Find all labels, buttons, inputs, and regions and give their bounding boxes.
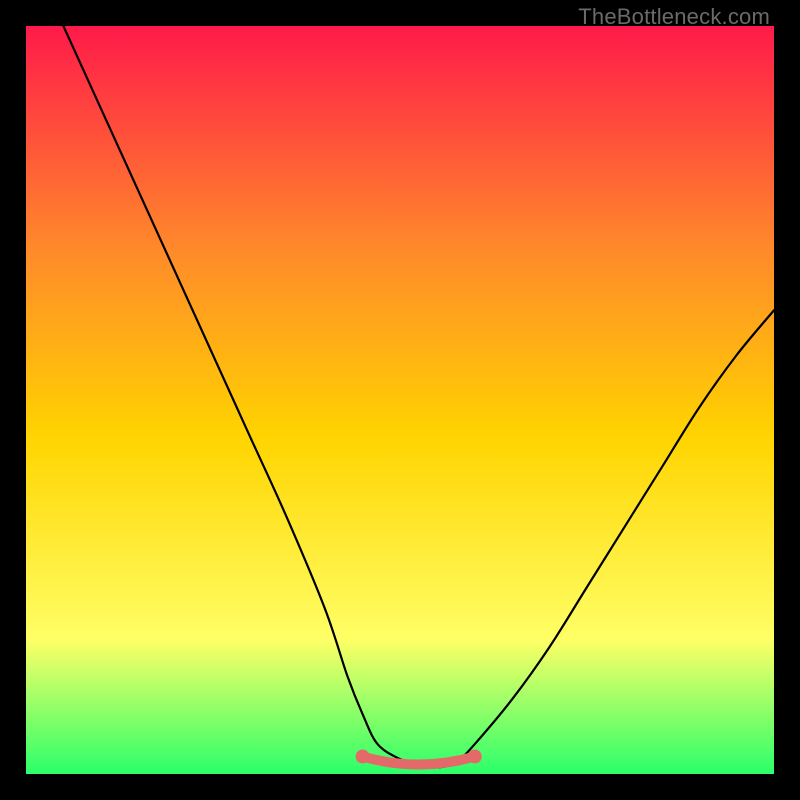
watermark-text: TheBottleneck.com: [578, 4, 770, 30]
chart-frame: [26, 26, 774, 774]
chart-background-gradient: [26, 26, 774, 774]
chart-plot: [26, 26, 774, 774]
highlight-end-dot-left: [356, 750, 370, 764]
highlight-end-dot-right: [468, 750, 482, 764]
chart-svg: [26, 26, 774, 774]
